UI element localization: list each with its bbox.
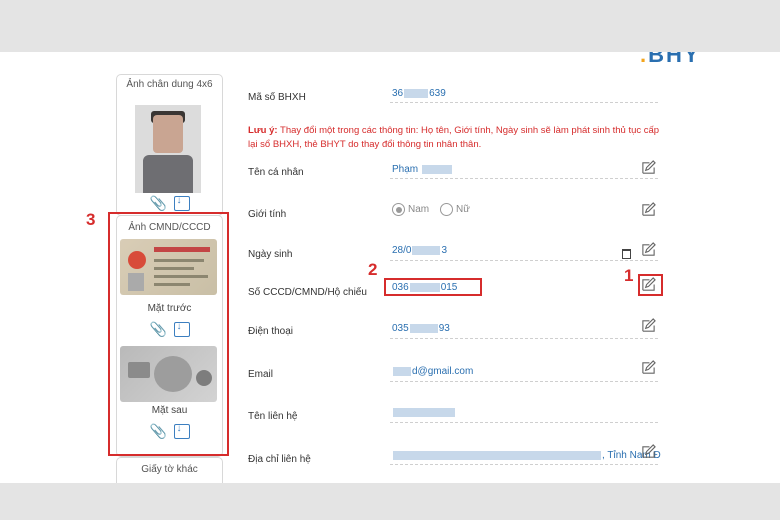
annotation-number-2: 2 (368, 260, 378, 279)
gender-male-radio[interactable]: Nam (392, 203, 429, 216)
name-value[interactable]: Phạm (392, 164, 453, 175)
edit-icon[interactable] (641, 360, 656, 375)
other-documents-title: Giấy tờ khác (141, 464, 198, 475)
bhxh-label: Mã số BHXH (248, 92, 306, 103)
edit-icon[interactable] (641, 160, 656, 175)
phone-label: Điện thoại (248, 326, 294, 337)
email-label: Email (248, 369, 274, 380)
brand-logo: .BHY (640, 52, 701, 67)
address-underline (390, 464, 658, 465)
portrait-actions: 📎 (117, 195, 222, 211)
calendar-icon[interactable] (622, 249, 631, 259)
edit-icon[interactable] (641, 242, 656, 257)
edit-icon[interactable] (641, 444, 656, 459)
contact-name-value[interactable] (392, 407, 456, 418)
warning-note: Lưu ý: Thay đổi một trong các thông tin:… (248, 125, 660, 150)
contact-name-label: Tên liên hệ (248, 411, 298, 422)
name-label: Tên cá nhân (248, 167, 304, 178)
name-underline (390, 178, 658, 179)
edit-icon[interactable] (641, 202, 656, 217)
highlight-box-1 (638, 274, 663, 296)
portrait-title: Ảnh chân dung 4x6 (126, 79, 213, 90)
gender-label: Giới tính (248, 209, 287, 220)
phone-value[interactable]: 035 93 (392, 323, 450, 334)
other-documents-card: Giấy tờ khác (116, 457, 223, 483)
dob-label: Ngày sinh (248, 249, 293, 260)
portrait-card: Ảnh chân dung 4x6 📎 (116, 74, 223, 216)
annotation-number-3: 3 (86, 210, 96, 229)
bottom-band (0, 483, 780, 520)
download-icon[interactable] (173, 195, 190, 211)
paperclip-icon[interactable]: 📎 (150, 195, 167, 211)
phone-underline (390, 338, 658, 339)
highlight-box-2 (384, 278, 482, 296)
email-value[interactable]: d@gmail.com (392, 366, 473, 377)
contact-name-underline (390, 422, 658, 423)
email-underline (390, 381, 658, 382)
edit-icon[interactable] (641, 318, 656, 333)
gender-female-radio[interactable]: Nữ (440, 203, 470, 216)
dob-value[interactable]: 28/0 3 (392, 245, 447, 256)
address-label: Địa chỉ liên hệ (248, 454, 311, 465)
annotation-number-1: 1 (624, 266, 634, 285)
top-band (0, 0, 780, 52)
portrait-photo (135, 105, 201, 193)
id-number-label: Số CCCD/CMND/Hộ chiếu (248, 287, 367, 298)
bhxh-underline (390, 102, 658, 103)
address-value[interactable]: , Tỉnh Nam Đ (392, 450, 661, 461)
dob-underline (390, 260, 658, 261)
bhxh-value: 36 639 (392, 88, 446, 99)
profile-page: .BHY Ảnh chân dung 4x6 📎 Ảnh CMND/CCCD M… (0, 52, 780, 483)
highlight-box-3 (108, 212, 229, 456)
